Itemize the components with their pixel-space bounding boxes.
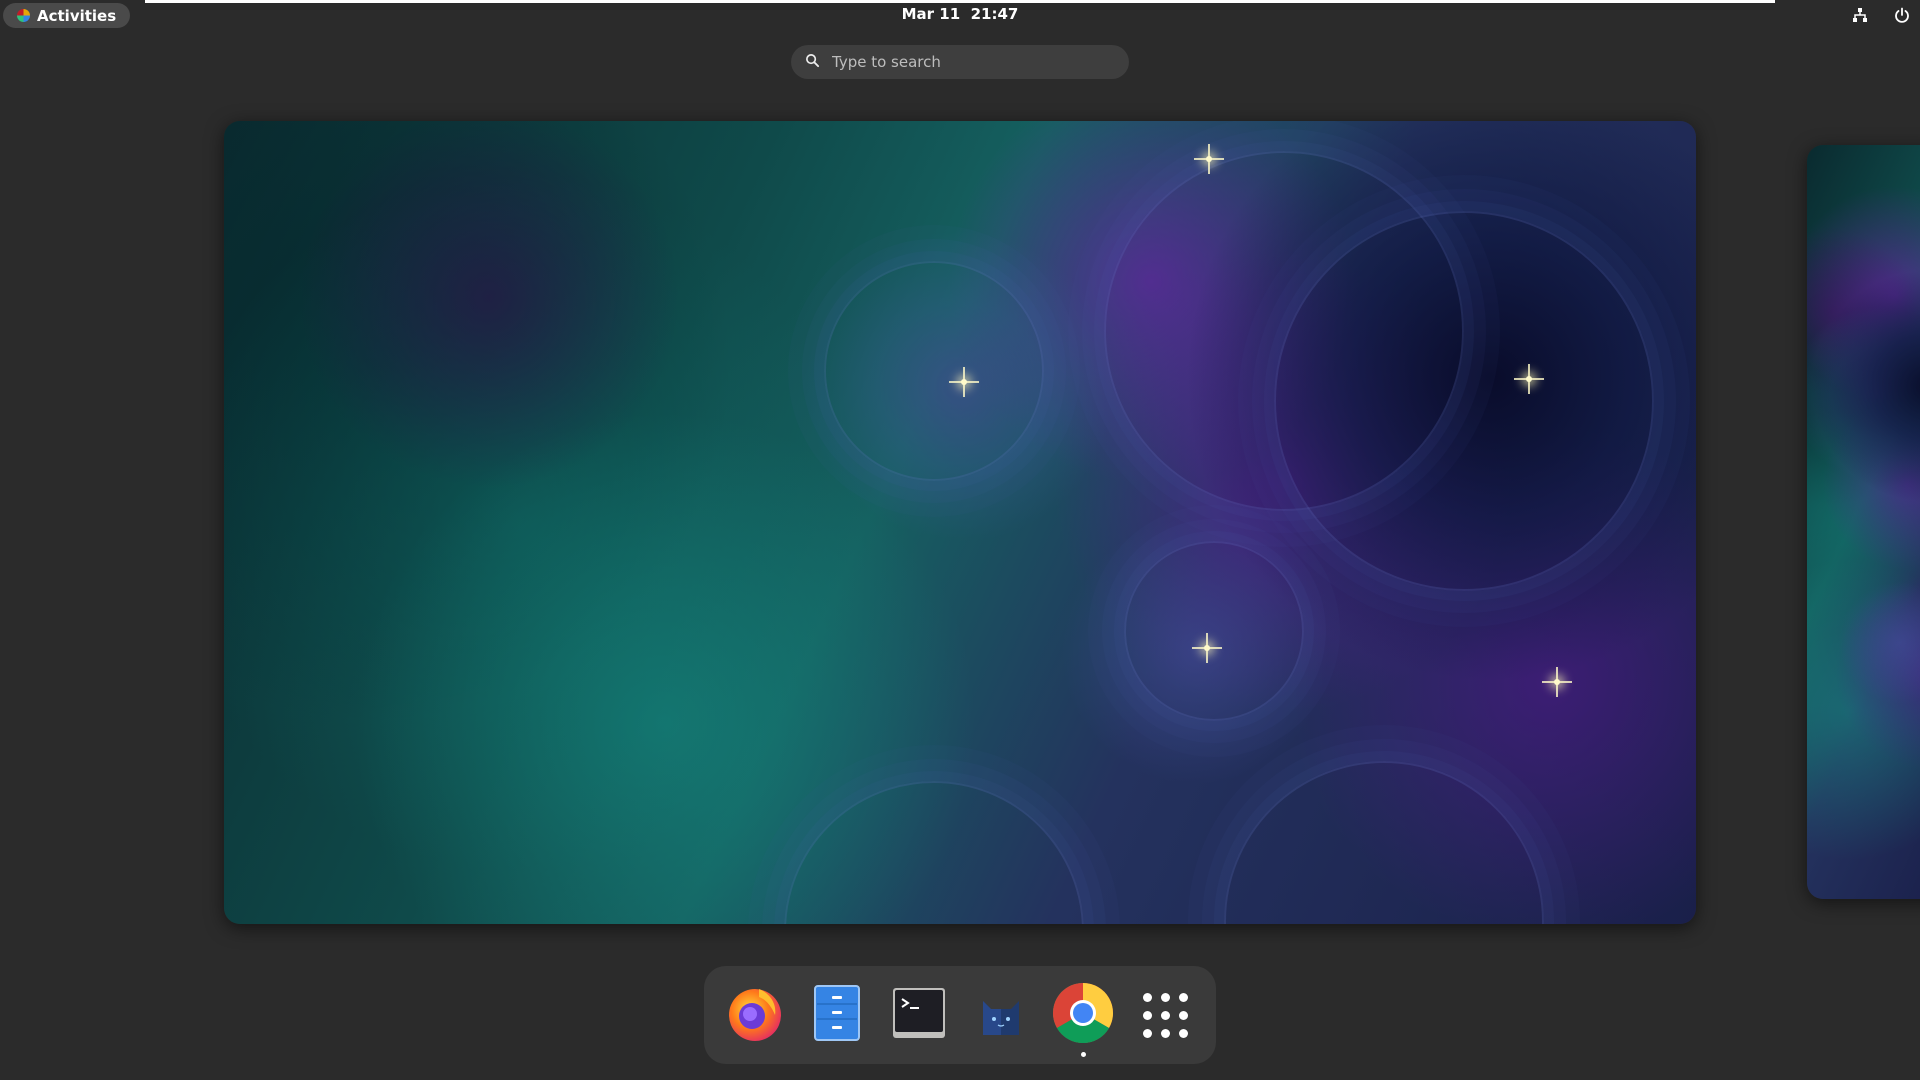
dock-app-chrome[interactable]: [1051, 981, 1115, 1057]
search-icon: [805, 53, 820, 72]
search-input[interactable]: [830, 52, 1110, 72]
top-bar: Activities Mar 11 21:47: [0, 0, 1920, 30]
dock-app-files[interactable]: [805, 983, 869, 1047]
show-applications-button[interactable]: [1133, 983, 1197, 1047]
search-entry[interactable]: [791, 45, 1129, 79]
workspace-thumbnail-next[interactable]: [1807, 145, 1920, 899]
cat-app-icon: [977, 989, 1025, 1041]
clock[interactable]: Mar 11 21:47: [0, 5, 1920, 23]
desktop-wallpaper-next: [1807, 145, 1920, 899]
desktop-wallpaper: [224, 121, 1696, 924]
chrome-icon: [1051, 981, 1115, 1049]
terminal-icon: [892, 987, 946, 1043]
workspace-indicator-line: [145, 0, 1775, 3]
network-wired-icon[interactable]: [1850, 4, 1870, 26]
apps-grid-icon: [1142, 992, 1188, 1038]
power-icon[interactable]: [1892, 4, 1912, 26]
dock-app-terminal[interactable]: [887, 983, 951, 1047]
running-indicator: [1080, 1052, 1086, 1057]
workspace-thumbnail-current[interactable]: [224, 121, 1696, 924]
files-icon: [813, 984, 861, 1046]
dock-app-cat[interactable]: [969, 983, 1033, 1047]
dock-app-firefox[interactable]: [723, 983, 787, 1047]
dash-dock: [704, 966, 1216, 1064]
system-tray[interactable]: [1850, 4, 1912, 26]
firefox-icon: [725, 983, 785, 1047]
